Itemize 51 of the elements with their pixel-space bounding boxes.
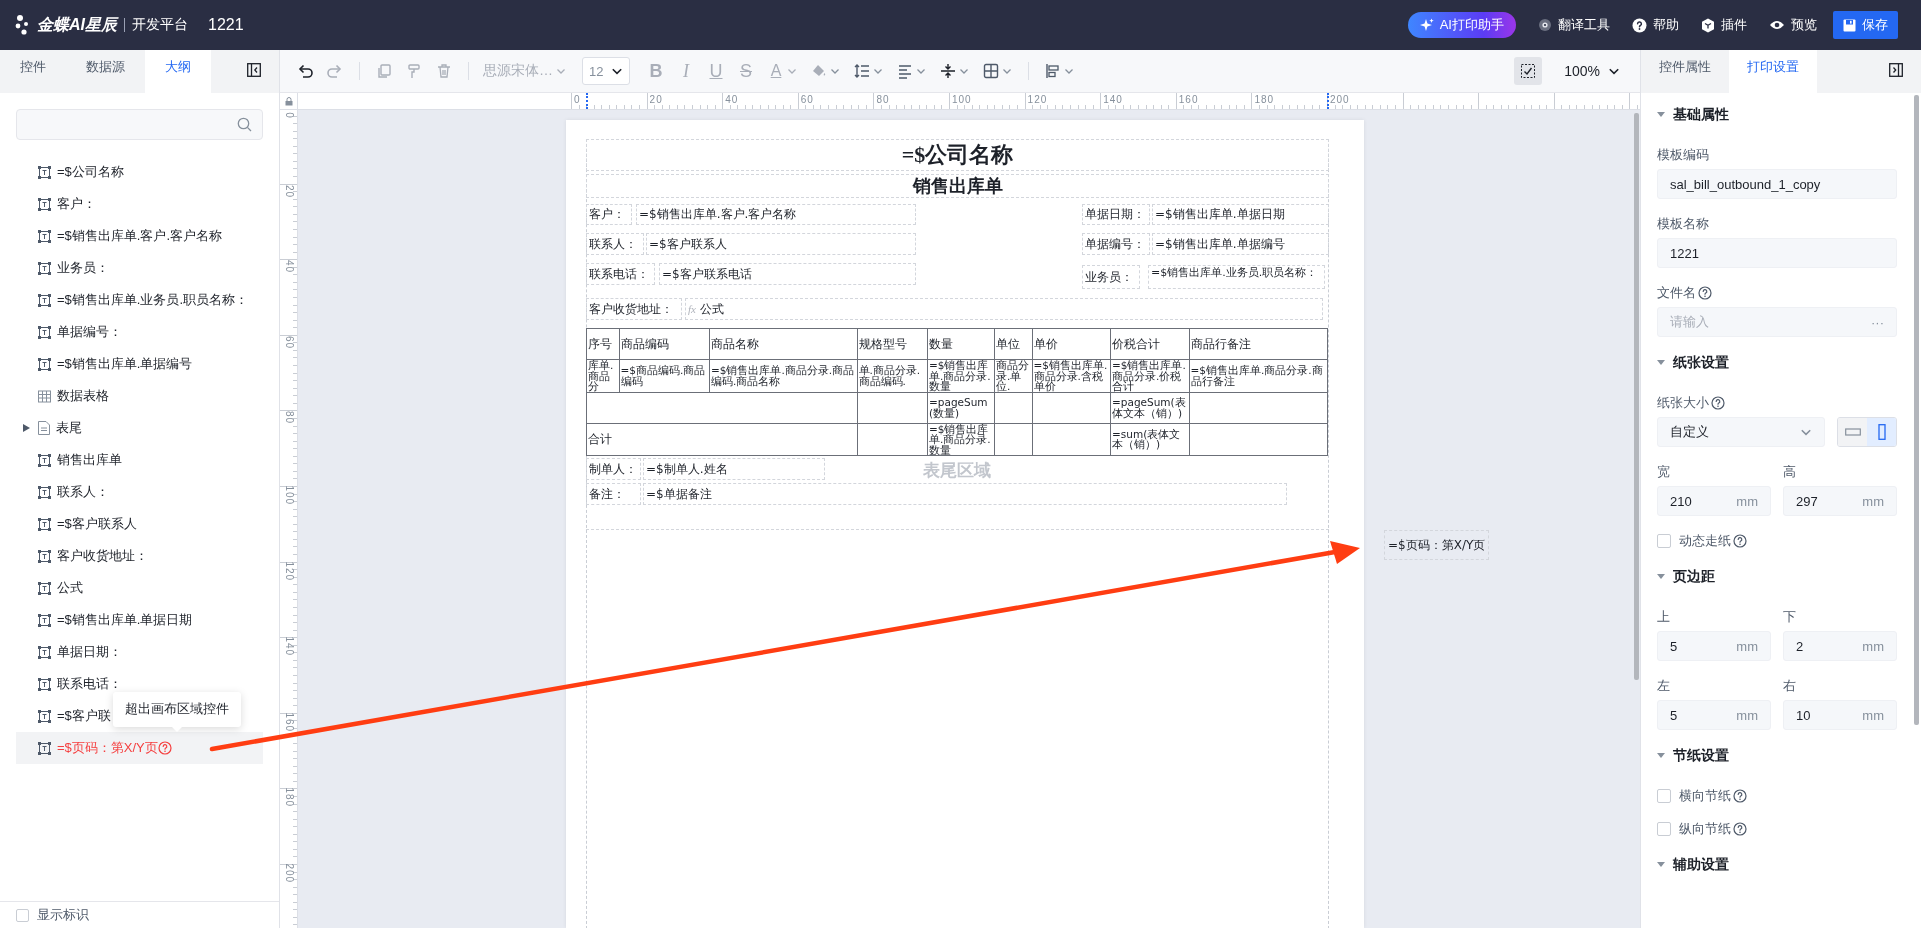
unit-label: mm (1736, 493, 1758, 509)
ruler-number: 200 (1330, 94, 1350, 105)
checkbox-label: 动态走纸 (1679, 532, 1731, 550)
section-title: 基础属性 (1673, 106, 1729, 124)
ruler-number: 140 (1103, 94, 1123, 105)
ruler-number: 100 (952, 94, 972, 105)
checkbox-label: 横向节纸 (1679, 787, 1731, 805)
ruler-number: 20 (649, 94, 663, 105)
section-title: 节纸设置 (1673, 747, 1729, 765)
ruler-number: 80 (283, 410, 295, 426)
unit-label: mm (1862, 707, 1884, 723)
field-label: 下 (1783, 608, 1796, 626)
ruler-number: 100 (283, 485, 295, 502)
unit-label: mm (1736, 707, 1758, 723)
field-label: 模板名称 (1657, 215, 1709, 233)
ruler-number: 140 (283, 636, 295, 653)
field-label: 上 (1657, 608, 1670, 626)
ruler-number: 120 (1027, 94, 1048, 105)
platform-label: 开发平台 (132, 16, 188, 34)
field-label: 纸张大小 (1657, 394, 1709, 412)
field-label: 宽 (1657, 463, 1670, 481)
ruler-number: 80 (876, 94, 890, 105)
ruler-number: 0 (574, 94, 581, 105)
checkbox-label: 显示标识 (37, 906, 89, 924)
unit-label: mm (1862, 638, 1884, 654)
ruler-number: 160 (283, 712, 295, 729)
checkbox-label: 纵向节纸 (1679, 820, 1731, 838)
section-title: 辅助设置 (1673, 856, 1729, 874)
ruler-number: 180 (1254, 94, 1275, 105)
ruler-number: 180 (283, 787, 295, 804)
ruler-number: 120 (283, 561, 295, 578)
ruler-number: 40 (725, 94, 739, 105)
unit-label: mm (1862, 493, 1884, 509)
section-title: 页边距 (1673, 568, 1715, 586)
brand-name: 金蝶AI星辰 (37, 14, 117, 35)
field-label: 右 (1783, 677, 1796, 695)
ruler-number: 40 (283, 259, 295, 275)
document-title: 1221 (208, 16, 244, 34)
section-title: 纸张设置 (1673, 354, 1729, 372)
field-label: 模板编码 (1657, 146, 1709, 164)
ruler-number: 200 (283, 863, 295, 880)
ruler-number: 60 (800, 94, 814, 105)
field-label: 高 (1783, 463, 1796, 481)
field-label: 左 (1657, 677, 1670, 695)
ruler-number: 0 (283, 111, 295, 121)
footer-area-hint: 表尾区域 (922, 460, 992, 482)
ruler-number: 20 (283, 183, 295, 200)
unit-label: mm (1736, 638, 1758, 654)
ruler-number: 60 (283, 334, 295, 351)
ruler-number: 160 (1178, 94, 1199, 105)
field-label: 文件名 (1657, 284, 1696, 302)
